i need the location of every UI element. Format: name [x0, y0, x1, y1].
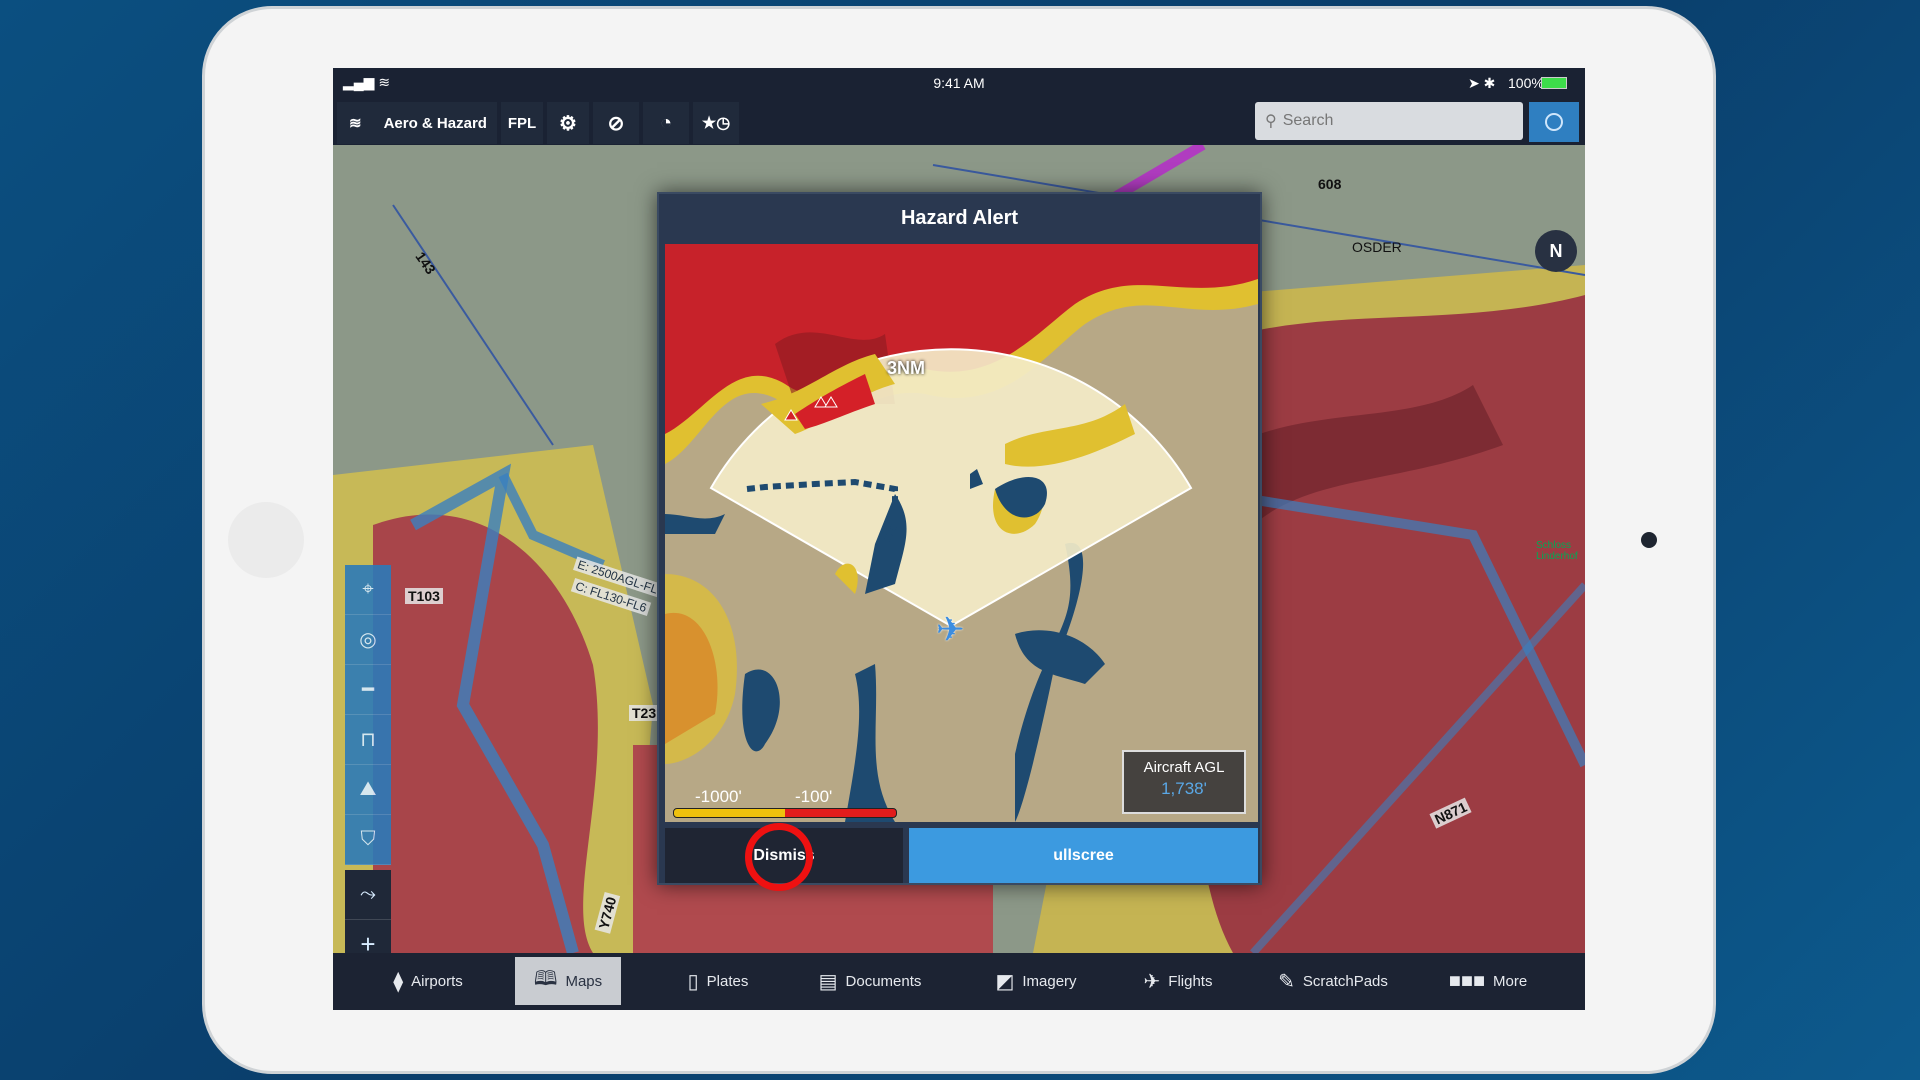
imagery-icon: ◩	[995, 970, 1015, 993]
flights-icon: ✈	[1143, 970, 1161, 993]
search-icon: ⚲	[1265, 113, 1277, 130]
agl-label: Aircraft AGL	[1143, 759, 1225, 776]
highway-shield-icon[interactable]: ⛉	[345, 815, 391, 865]
fpl-button[interactable]: FPL	[501, 102, 543, 144]
hazard-alert-dialog: Hazard Alert 3NM ✈ -1000' -100' Aircraft…	[657, 192, 1262, 885]
bottom-tab-bar: ⧫ Airports 🕮 Maps ▯ Plates ▤ Documents ◩ Imag…	[333, 953, 1585, 1010]
hazard-globe-icon[interactable]: ⊘	[593, 102, 639, 144]
zoom-in-button[interactable]: +	[345, 920, 391, 953]
pencil-icon: ✎	[1278, 970, 1295, 993]
track-up-icon[interactable]: ◎	[345, 615, 391, 665]
tab-flights[interactable]: ✈ Flights	[1128, 957, 1228, 1005]
map-icon: 🕮	[533, 968, 558, 990]
hazard-map: 3NM ✈ -1000' -100' Aircraft AGL 1,738'	[665, 244, 1258, 822]
hazard-legend-bar	[673, 808, 897, 818]
status-bar: ▂▄▆ ≋ 9:41 AM ➤ ✱ 100%	[333, 68, 1585, 100]
settings-gear-icon[interactable]: ⚙	[547, 102, 589, 144]
layers-icon: ≋	[349, 115, 362, 132]
map-label: T103	[405, 588, 443, 604]
tab-plates[interactable]: ▯ Plates	[673, 957, 763, 1005]
hazard-terrain	[665, 244, 1258, 822]
agl-value: 1,738'	[1161, 779, 1207, 798]
compass-north-icon[interactable]: N	[1535, 230, 1577, 272]
zoom-panel: ⤳ + −	[345, 870, 391, 953]
clock: 9:41 AM	[933, 75, 985, 91]
profile-icon[interactable]: ⊓	[345, 715, 391, 765]
tab-scratchpads[interactable]: ✎ ScratchPads	[1268, 957, 1398, 1005]
documents-icon: ▤	[818, 970, 838, 993]
gauge-icon[interactable]: ◔	[643, 102, 689, 144]
camera	[1641, 532, 1657, 548]
favorites-recent-icon[interactable]: ★◷	[693, 102, 739, 144]
aircraft-icon: ✈	[936, 611, 965, 649]
tab-maps[interactable]: 🕮 Maps	[515, 957, 621, 1005]
location-button[interactable]	[1529, 102, 1579, 142]
center-location-icon[interactable]: ⌖	[345, 565, 391, 615]
dialog-title: Hazard Alert	[900, 206, 1019, 229]
battery-icon	[1541, 77, 1567, 89]
search-input[interactable]: ⚲ Search	[1255, 102, 1523, 140]
battery-percent: 100%	[1508, 75, 1544, 91]
layers-button[interactable]: ≋ Aero & Hazard	[337, 102, 497, 144]
map-label: T23	[629, 705, 660, 721]
waypoint-osder[interactable]: OSDER	[1349, 239, 1405, 255]
tab-imagery[interactable]: ◩ Imagery	[981, 957, 1091, 1005]
airport-icon: ⧫	[393, 970, 404, 993]
map-label: 608	[1318, 176, 1342, 192]
ruler-icon[interactable]: ━	[345, 665, 391, 715]
plates-icon: ▯	[687, 970, 699, 993]
crosshair-icon	[1545, 113, 1563, 131]
signal-wifi-icon: ▂▄▆ ≋	[343, 74, 391, 90]
home-button[interactable]	[228, 502, 304, 578]
legend-high-label: -100'	[795, 787, 833, 806]
map-tools-panel: ⌖ ◎ ━ ⊓ ⛰ ⛉	[345, 565, 391, 865]
range-label: 3NM	[887, 358, 926, 378]
highlight-circle-annotation	[745, 823, 813, 891]
tab-airports[interactable]: ⧫ Airports	[373, 957, 483, 1005]
terrain-icon[interactable]: ⛰	[345, 765, 391, 815]
location-bluetooth-icon: ➤ ✱	[1468, 75, 1496, 91]
aircraft-agl-box: Aircraft AGL 1,738'	[1122, 750, 1246, 814]
tab-documents[interactable]: ▤ Documents	[805, 957, 935, 1005]
legend-low-label: -1000'	[695, 787, 742, 806]
tab-more[interactable]: ■■■ More	[1443, 957, 1533, 1005]
app-screen: ▂▄▆ ≋ 9:41 AM ➤ ✱ 100% ≋ Aero & Hazard FP…	[333, 68, 1585, 1010]
route-icon[interactable]: ⤳	[345, 870, 391, 920]
map-label: Schloss Linderhof	[1536, 540, 1578, 562]
fullscreen-button[interactable]: ullscree	[909, 828, 1258, 883]
more-icon: ■■■	[1448, 969, 1486, 992]
